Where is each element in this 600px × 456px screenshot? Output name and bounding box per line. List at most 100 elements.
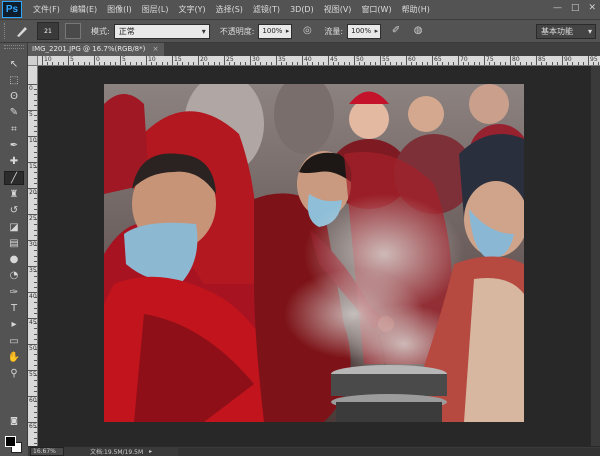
pen-tool[interactable]: ✑ [4, 285, 24, 299]
ruler-tick [546, 62, 548, 65]
dodge-tool[interactable]: ◔ [4, 269, 24, 283]
foreground-color-swatch[interactable] [5, 436, 16, 447]
type-tool[interactable]: T [4, 302, 24, 316]
ruler-tick [28, 84, 37, 85]
ruler-tick [28, 370, 37, 371]
ruler-tick [28, 188, 37, 189]
eraser-icon: ◪ [9, 221, 19, 233]
ruler-tick [78, 62, 80, 65]
ruler-tick [551, 62, 553, 65]
mode-select[interactable]: 正常 [113, 23, 210, 39]
clone-stamp-tool[interactable]: ♜ [4, 187, 24, 201]
marquee-tool[interactable]: ⬚ [4, 73, 24, 87]
eraser-tool[interactable]: ◪ [4, 220, 24, 234]
ruler-tick [286, 62, 288, 65]
ruler-tick [28, 136, 37, 137]
ruler-tick [28, 422, 37, 423]
size-pressure-icon[interactable]: ◍ [411, 24, 425, 38]
workspace-select[interactable]: 基本功能 [536, 24, 596, 39]
close-tab-icon[interactable]: × [153, 45, 159, 53]
ruler-tick [34, 198, 37, 200]
airbrush-icon[interactable]: ✐ [389, 24, 403, 38]
brush-preset-picker[interactable]: 21 [37, 22, 59, 40]
pen-icon: ✑ [9, 286, 19, 298]
blur-icon: ● [9, 254, 19, 266]
menu-item[interactable]: 文字(Y) [173, 0, 210, 19]
move-tool[interactable]: ↖ [4, 57, 24, 71]
rectangle-tool[interactable]: ▭ [4, 334, 24, 348]
path-select-tool[interactable]: ▸ [4, 318, 24, 332]
blur-tool[interactable]: ● [4, 253, 24, 267]
maximize-button[interactable]: □ [571, 3, 580, 13]
hand-tool[interactable]: ✋ [4, 350, 24, 364]
menu-item[interactable]: 文件(F) [28, 0, 65, 19]
document-image[interactable] [104, 84, 524, 422]
ruler-tick [34, 260, 37, 262]
brush-tool[interactable]: ╱ [4, 171, 24, 186]
menu-item[interactable]: 图像(I) [102, 0, 137, 19]
ruler-tick [109, 62, 111, 65]
menu-item[interactable]: 编辑(E) [65, 0, 102, 19]
ruler-tick [442, 62, 444, 65]
menu-item[interactable]: 视图(V) [319, 0, 357, 19]
opacity-field[interactable]: 100% [258, 23, 293, 39]
ruler-tick [57, 62, 59, 65]
horizontal-ruler[interactable]: 10 5 0 5 10 15 20 25 30 35 40 45 50 55 60 65 70 75 80 85 90 9… [38, 56, 600, 66]
vertical-ruler[interactable]: 0510152025303540455055606570 [28, 66, 38, 446]
ruler-origin[interactable] [28, 56, 38, 66]
photoshop-logo: Ps [2, 1, 22, 18]
opacity-pressure-icon[interactable]: ◎ [300, 24, 314, 38]
options-grip[interactable] [4, 23, 7, 39]
history-brush-tool[interactable]: ↺ [4, 204, 24, 218]
ruler-tick [556, 62, 558, 65]
gradient-tool[interactable]: ▤ [4, 236, 24, 250]
menu-item[interactable]: 滤镜(T) [248, 0, 285, 19]
ruler-tick [291, 62, 293, 65]
ruler-tick [484, 56, 485, 65]
menu-item[interactable]: 3D(D) [285, 0, 319, 19]
ruler-tick [598, 62, 600, 65]
ruler-tick [146, 56, 147, 65]
lasso-tool[interactable]: ʘ [4, 90, 24, 104]
ruler-tick [276, 56, 277, 65]
ruler-tick [317, 62, 319, 65]
eyedropper-tool[interactable]: ✒ [4, 139, 24, 153]
quick-select-tool[interactable]: ✎ [4, 106, 24, 120]
menu-item[interactable]: 图层(L) [137, 0, 174, 19]
document-info[interactable]: 文档:19.5M/19.5M [90, 447, 143, 456]
ruler-tick [34, 203, 37, 205]
zoom-field[interactable]: 16.67% [30, 447, 64, 456]
ruler-tick [541, 62, 543, 65]
healing-brush-tool[interactable]: ✚ [4, 155, 24, 169]
status-menu-icon[interactable]: ▸ [149, 448, 152, 455]
ruler-tick [260, 62, 262, 65]
ruler-tick [426, 62, 428, 65]
vertical-scrollbar[interactable] [590, 66, 600, 446]
type-icon: T [10, 303, 18, 314]
crop-tool[interactable]: ⌗ [4, 122, 24, 136]
ruler-tick [140, 62, 142, 65]
ruler-tick [218, 62, 220, 65]
ruler-tick [34, 208, 37, 210]
toolbox-grip[interactable] [4, 45, 24, 49]
ruler-tick [34, 427, 37, 429]
menu-item[interactable]: 窗口(W) [356, 0, 396, 19]
tool-preset-picker[interactable] [11, 22, 33, 40]
ruler-tick [34, 224, 37, 226]
minimize-button[interactable]: — [553, 3, 562, 13]
ruler-tick [34, 115, 37, 117]
brush-panel-toggle[interactable] [65, 23, 81, 39]
ruler-tick [338, 62, 340, 65]
menu-item[interactable]: 帮助(H) [397, 0, 435, 19]
ruler-tick [34, 416, 37, 418]
horizontal-scrollbar[interactable] [178, 448, 600, 456]
ruler-tick [34, 151, 37, 153]
ruler-tick [34, 432, 37, 434]
menu-item[interactable]: 选择(S) [211, 0, 248, 19]
document-tab[interactable]: IMG_2201.JPG @ 16.7%(RGB/8*) × [28, 43, 165, 56]
zoom-tool[interactable]: ⚲ [4, 367, 24, 381]
ruler-tick [333, 62, 335, 65]
quick-mask-icon[interactable]: ◙ [4, 413, 24, 427]
flow-field[interactable]: 100% [347, 23, 382, 39]
close-button[interactable]: ✕ [588, 3, 596, 13]
